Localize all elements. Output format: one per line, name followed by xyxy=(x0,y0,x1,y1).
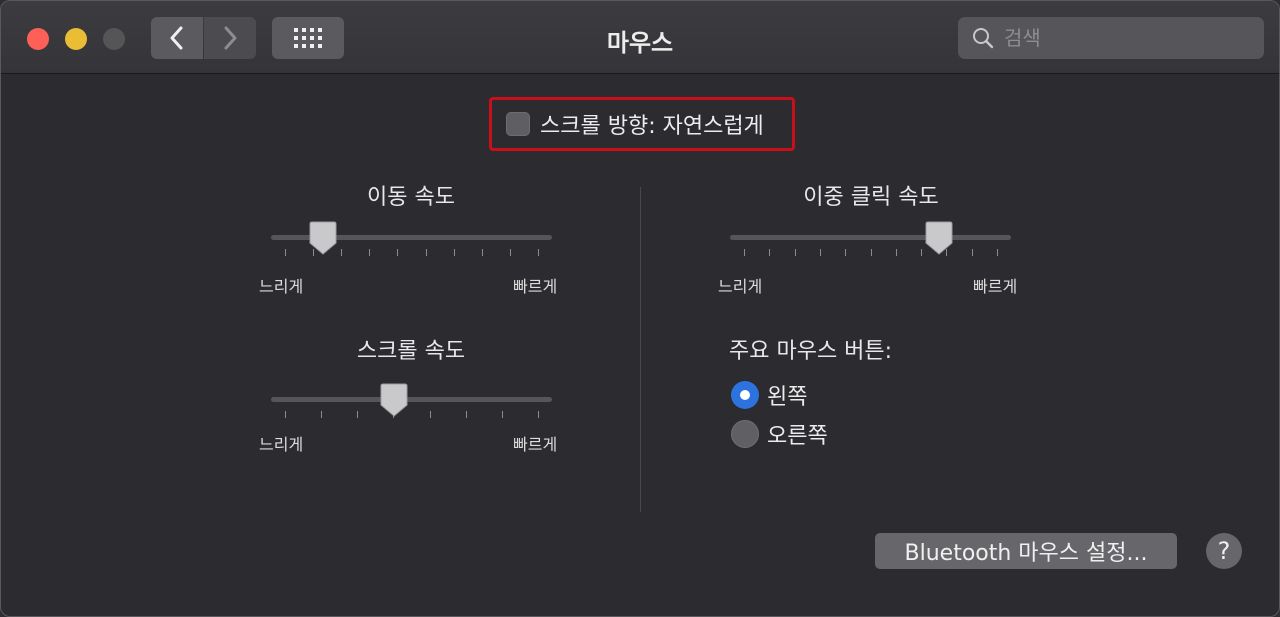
slider-tick xyxy=(509,249,511,256)
mouse-preferences-window: 마우스 스크롤 방향: 자연스럽게 이동 속도 느리게 빠르게 스크롤 속도 느… xyxy=(0,0,1280,617)
scroll-speed-title: 스크롤 속도 xyxy=(356,339,466,364)
slider-tick xyxy=(744,249,745,256)
tracking-speed-max-label: 빠르게 xyxy=(513,277,558,296)
slider-tick xyxy=(321,411,323,418)
search-field[interactable] xyxy=(958,17,1264,59)
slider-tick xyxy=(845,249,847,256)
slider-tick xyxy=(997,249,998,256)
slider-tick xyxy=(453,249,455,256)
slider-thumb[interactable] xyxy=(380,383,408,417)
search-input[interactable] xyxy=(1002,25,1256,51)
radio-right[interactable]: 오른쪽 xyxy=(731,418,828,450)
slider-ticks xyxy=(271,411,552,419)
slider-thumb[interactable] xyxy=(925,221,953,255)
slider-tick xyxy=(425,249,427,256)
double-click-speed-max-label: 빠르게 xyxy=(973,277,1018,296)
slider-tick xyxy=(285,249,286,256)
bluetooth-mouse-settings-button[interactable]: Bluetooth 마우스 설정... xyxy=(875,533,1177,569)
scroll-speed-min-label: 느리게 xyxy=(259,435,304,454)
slider-tick xyxy=(429,411,431,418)
slider-tick xyxy=(819,249,821,256)
slider-tick xyxy=(895,249,897,256)
slider-tick xyxy=(285,411,286,418)
scroll-speed-slider[interactable] xyxy=(271,383,552,437)
slider-tick xyxy=(481,249,483,256)
slider-tick xyxy=(341,249,343,256)
slider-tick xyxy=(921,249,923,256)
scroll-direction-highlight: 스크롤 방향: 자연스럽게 xyxy=(489,97,795,151)
tracking-speed-min-label: 느리게 xyxy=(259,277,304,296)
slider-tick xyxy=(465,411,467,418)
slider-tick xyxy=(357,411,359,418)
slider-ticks xyxy=(730,249,1011,257)
slider-tick xyxy=(769,249,771,256)
slider-tick xyxy=(971,249,973,256)
slider-tick xyxy=(870,249,872,256)
scroll-direction-label: 스크롤 방향: 자연스럽게 xyxy=(540,114,764,139)
title-bar: 마우스 xyxy=(1,1,1279,74)
slider-tick xyxy=(369,249,371,256)
double-click-speed-title: 이중 클릭 속도 xyxy=(803,185,939,210)
slider-tick xyxy=(794,249,796,256)
radio-right-label: 오른쪽 xyxy=(767,424,828,449)
scroll-direction-checkbox[interactable] xyxy=(506,112,530,136)
section-divider xyxy=(640,187,641,512)
radio-left-indicator[interactable] xyxy=(731,381,759,409)
slider-track[interactable] xyxy=(730,235,1011,240)
tracking-speed-slider[interactable] xyxy=(271,221,552,275)
slider-tick xyxy=(397,249,399,256)
slider-track[interactable] xyxy=(271,397,552,402)
double-click-speed-slider[interactable] xyxy=(730,221,1011,275)
help-button[interactable]: ? xyxy=(1206,533,1242,569)
search-icon xyxy=(973,28,994,49)
tracking-speed-title: 이동 속도 xyxy=(367,185,455,210)
slider-tick xyxy=(538,249,539,256)
primary-button-title: 주요 마우스 버튼: xyxy=(729,339,893,364)
radio-left-label: 왼쪽 xyxy=(767,385,808,410)
double-click-speed-min-label: 느리게 xyxy=(718,277,763,296)
slider-thumb[interactable] xyxy=(309,221,337,255)
radio-left[interactable]: 왼쪽 xyxy=(731,379,807,411)
radio-dot xyxy=(740,390,750,400)
slider-tick xyxy=(501,411,503,418)
scroll-speed-max-label: 빠르게 xyxy=(513,435,558,454)
radio-right-indicator[interactable] xyxy=(731,420,759,448)
slider-tick xyxy=(538,411,539,418)
